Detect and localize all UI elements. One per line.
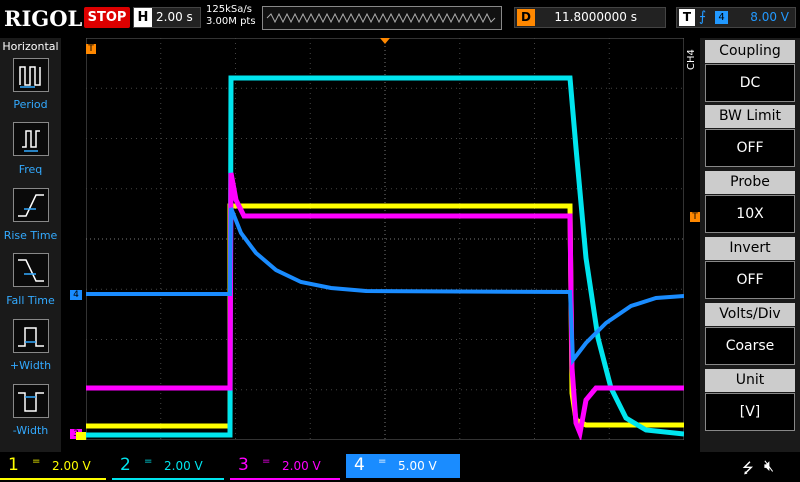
memory-overview <box>262 6 502 30</box>
freq-button[interactable] <box>13 122 49 156</box>
volts-div-header: Volts/Div <box>705 303 795 326</box>
run-stop-status[interactable]: STOP <box>84 7 130 28</box>
unit-header: Unit <box>705 369 795 392</box>
timebase-value: 2.00 s <box>156 10 193 24</box>
trigger-marker-t: T <box>86 44 96 54</box>
ch4-number: 4 <box>354 455 365 475</box>
ch3-scale: 2.00 V <box>282 459 321 473</box>
rise-time-button[interactable] <box>13 188 49 222</box>
period-label: Period <box>13 98 48 111</box>
neg-width-icon <box>18 392 44 412</box>
ch1-scale: 2.00 V <box>52 459 91 473</box>
ch4-scale: 5.00 V <box>398 459 437 473</box>
invert-value[interactable]: OFF <box>705 261 795 299</box>
ch4-coupling: = <box>378 456 387 467</box>
memory-depth: 3.00M pts <box>206 16 256 27</box>
pos-width-label: +Width <box>9 359 52 372</box>
pos-width-button[interactable] <box>13 319 49 353</box>
bw-limit-value[interactable]: OFF <box>705 129 795 167</box>
top-status-bar: RIGOL STOP H 2.00 s 125kSa/s 3.00M pts D… <box>0 0 800 38</box>
delay-value: 11.8000000 s <box>554 10 637 24</box>
volts-div-value[interactable]: Coarse <box>705 327 795 365</box>
ch2-number: 2 <box>120 455 131 475</box>
period-button[interactable] <box>13 58 49 92</box>
trigger-label: T <box>679 9 695 26</box>
ch4-tab[interactable]: 4 = 5.00 V <box>346 454 460 478</box>
invert-header: Invert <box>705 237 795 260</box>
channel-status-bar: 1 = 2.00 V 2 = 2.00 V 3 = 2.00 V 4 = 5.0… <box>0 452 800 480</box>
ch4-ground-marker[interactable]: 4 <box>70 290 82 300</box>
waveform-display[interactable] <box>86 38 684 440</box>
channel-menu: Coupling DC BW Limit OFF Probe 10X Inver… <box>700 38 800 452</box>
horizontal-timebase[interactable]: H 2.00 s <box>133 7 201 28</box>
rise-time-icon <box>18 194 44 217</box>
freq-icon <box>22 130 40 152</box>
delay-label: D <box>517 9 535 26</box>
menu-title: Horizontal <box>2 40 59 53</box>
horizontal-label: H <box>134 8 152 27</box>
ch2-coupling: = <box>144 456 153 467</box>
ch3-tab[interactable]: 3 = 2.00 V <box>230 454 340 480</box>
coupling-value[interactable]: DC <box>705 64 795 102</box>
trigger-level-marker[interactable]: T <box>690 212 700 222</box>
trigger-level: 8.00 V <box>750 10 789 24</box>
unit-value[interactable]: [V] <box>705 393 795 431</box>
channel-tag: CH4 <box>686 49 697 70</box>
ch2-tab[interactable]: 2 = 2.00 V <box>112 454 224 480</box>
horizontal-measure-menu: Horizontal Period Freq Rise Time Fall Ti… <box>0 38 61 452</box>
ch1-number: 1 <box>8 455 19 475</box>
trigger-source: 4 <box>715 11 728 24</box>
neg-width-label: -Width <box>12 424 49 437</box>
period-icon <box>19 66 41 88</box>
coupling-header: Coupling <box>705 40 795 63</box>
sample-rate: 125kSa/s <box>206 4 252 15</box>
ch3-number: 3 <box>238 455 249 475</box>
pos-width-icon <box>18 327 44 347</box>
acquisition-info: 125kSa/s 3.00M pts <box>206 4 256 28</box>
fall-time-label: Fall Time <box>6 294 55 307</box>
rising-edge-icon: ⨍ <box>699 9 707 25</box>
probe-value[interactable]: 10X <box>705 195 795 233</box>
bw-limit-header: BW Limit <box>705 105 795 128</box>
freq-label: Freq <box>18 163 43 176</box>
ch1-coupling: = <box>32 456 41 467</box>
neg-width-button[interactable] <box>13 384 49 418</box>
memory-waveform-preview <box>266 12 496 24</box>
fall-time-icon <box>18 259 44 282</box>
probe-header: Probe <box>705 171 795 194</box>
fall-time-button[interactable] <box>13 253 49 287</box>
rise-time-label: Rise Time <box>3 229 58 242</box>
ch3-coupling: = <box>262 456 271 467</box>
delay-box[interactable]: D 11.8000000 s <box>514 7 666 28</box>
ch2-scale: 2.00 V <box>164 459 203 473</box>
speaker-muted-icon[interactable]: 🔇︎ <box>764 456 774 476</box>
ch1-tab[interactable]: 1 = 2.00 V <box>0 454 106 480</box>
trigger-box[interactable]: T ⨍ 4 8.00 V <box>676 7 796 28</box>
usb-icon: ⭍ <box>742 461 754 477</box>
rigol-logo: RIGOL <box>4 6 83 31</box>
ch1-ground-marker[interactable] <box>76 432 86 440</box>
